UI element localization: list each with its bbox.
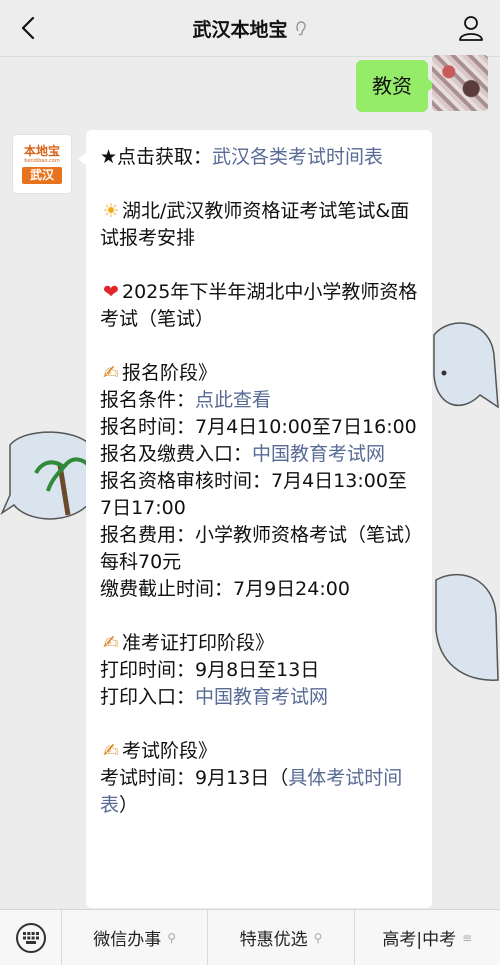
admission-title-text: 准考证打印阶段》 <box>122 632 275 654</box>
incoming-message-content: ★点击获取：武汉各类考试时间表 ☀ 湖北/武汉教师资格证考试笔试&面试报考安排 ❤… <box>100 144 418 819</box>
bottom-menu-bar: 微信办事 ⚲ 特惠优选 ⚲ 高考|中考 ≡ <box>0 909 500 965</box>
line-payment-entry: 报名及缴费入口：中国教育考试网 <box>100 441 418 468</box>
payment-entry-label: 报名及缴费入口： <box>100 443 253 465</box>
menu-item-wechat-service[interactable]: 微信办事 ⚲ <box>62 909 209 965</box>
hubei-arrangement-text: 湖北/武汉教师资格证考试笔试&面试报考安排 <box>100 200 410 249</box>
writing-hand-icon: ✍ <box>103 632 119 654</box>
registration-title-text: 报名阶段》 <box>122 362 218 384</box>
heart-icon: ❤ <box>103 281 119 303</box>
bot-avatar[interactable]: 本地宝 bendibao.com 武汉 <box>12 134 72 194</box>
exam-stage-title-text: 考试阶段》 <box>122 740 218 762</box>
section-registration-title: ✍ 报名阶段》 <box>100 360 418 387</box>
line-reg-time: 报名时间：7月4日10:00至7日16:00 <box>100 416 417 438</box>
menu-item-exams[interactable]: 高考|中考 ≡ <box>355 910 500 965</box>
line-print-time: 打印时间：9月8日至13日 <box>100 659 320 681</box>
line-review-time: 报名资格审核时间：7月4日13:00至7日17:00 <box>100 470 407 519</box>
bot-logo-city: 武汉 <box>21 166 62 184</box>
menu-item-label: 特惠优选 <box>239 930 308 950</box>
chevron-left-icon <box>21 16 35 40</box>
print-entry-link[interactable]: 中国教育考试网 <box>195 686 328 708</box>
exam-time-suffix: ） <box>119 794 139 816</box>
background-doodle-right-bottom <box>435 574 499 681</box>
line-fee: 报名费用：小学教师资格考试（笔试）每科70元 <box>100 524 414 573</box>
line-payment-deadline: 缴费截止时间：7月9日24:00 <box>100 578 350 600</box>
exam-schedule-prefix: ★点击获取： <box>100 146 213 168</box>
background-doodle-right-top <box>433 322 499 409</box>
exam-schedule-link[interactable]: 武汉各类考试时间表 <box>212 146 383 168</box>
bot-logo-url-mark: bendibao.com <box>24 157 60 164</box>
menu-lines-icon: ≡ <box>462 930 473 945</box>
line-print-entry: 打印入口：中国教育考试网 <box>100 684 418 711</box>
ear-icon <box>295 21 306 36</box>
payment-entry-link[interactable]: 中国教育考试网 <box>252 443 385 465</box>
link-icon: ⚲ <box>167 930 177 945</box>
reg-conditions-label: 报名条件： <box>100 389 196 411</box>
line-exam-title: ❤ 2025年下半年湖北中小学教师资格考试（笔试） <box>100 279 418 333</box>
reg-conditions-link[interactable]: 点此查看 <box>195 389 271 411</box>
exam-title-text: 2025年下半年湖北中小学教师资格考试（笔试） <box>100 281 418 330</box>
exam-time-prefix: 考试时间：9月13日（ <box>100 767 289 789</box>
section-admission-title: ✍ 准考证打印阶段》 <box>100 630 418 657</box>
line-exam-schedule: ★点击获取：武汉各类考试时间表 <box>100 144 418 171</box>
line-reg-conditions: 报名条件：点此查看 <box>100 387 418 414</box>
link-icon: ⚲ <box>313 930 323 945</box>
menu-item-label: 高考|中考 <box>382 930 457 950</box>
menu-item-label: 微信办事 <box>93 930 162 950</box>
sun-icon: ☀ <box>102 200 120 222</box>
bot-logo-brand: 本地宝 <box>23 143 60 158</box>
person-icon <box>459 16 483 41</box>
line-hubei-arrangement: ☀ 湖北/武汉教师资格证考试笔试&面试报考安排 <box>100 198 418 252</box>
back-button[interactable] <box>12 12 44 44</box>
chat-header: 武汉本地宝 <box>0 0 500 57</box>
line-exam-time: 考试时间：9月13日（具体考试时间表） <box>100 765 418 819</box>
chat-title: 武汉本地宝 <box>192 15 307 42</box>
writing-hand-icon: ✍ <box>103 362 119 384</box>
menu-item-deals[interactable]: 特惠优选 ⚲ <box>208 909 355 965</box>
section-exam-title: ✍ 考试阶段》 <box>100 738 418 765</box>
writing-hand-icon: ✍ <box>103 740 119 762</box>
keyboard-icon <box>15 922 46 953</box>
my-avatar[interactable] <box>432 55 488 111</box>
print-entry-label: 打印入口： <box>100 686 196 708</box>
background-doodle-left <box>0 431 96 520</box>
chat-title-text: 武汉本地宝 <box>192 18 288 41</box>
keyboard-toggle-button[interactable] <box>0 909 62 965</box>
outgoing-message-text: 教资 <box>372 74 412 98</box>
outgoing-message[interactable]: 教资 <box>356 60 436 112</box>
profile-button[interactable] <box>456 13 486 43</box>
